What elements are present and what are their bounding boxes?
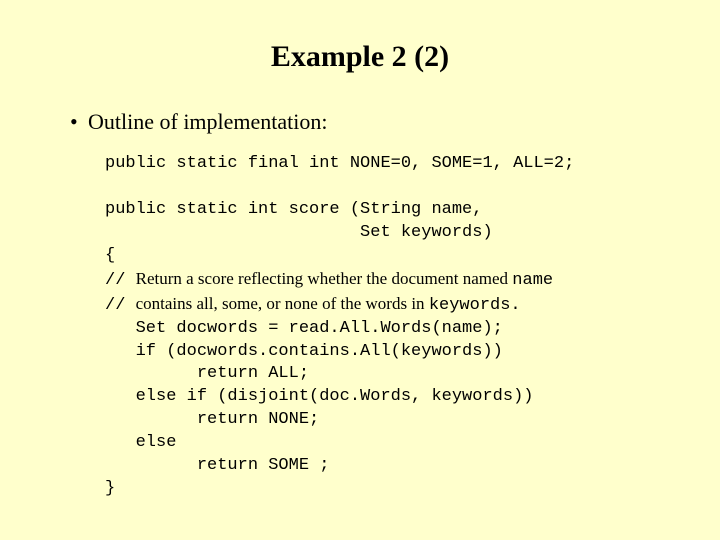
code-line: public static final int NONE=0, SOME=1, … [105, 154, 574, 173]
code-line: if (docwords.contains.All(keywords)) [105, 342, 503, 361]
code-line: { [105, 246, 115, 265]
code-line: else if (disjoint(doc.Words, keywords)) [105, 387, 533, 406]
code-line: return NONE; [105, 410, 319, 429]
bullet-text: Outline of implementation: [88, 109, 328, 134]
bullet-dot: • [70, 109, 88, 135]
code-line: public static int score (String name, [105, 200, 482, 219]
code-line: return ALL; [105, 364, 309, 383]
comment-line: // Return a score reflecting whether the… [105, 271, 553, 290]
code-line: Set keywords) [105, 223, 493, 242]
code-line: } [105, 479, 115, 498]
slide-title: Example 2 (2) [50, 40, 670, 74]
code-line: return SOME ; [105, 456, 329, 475]
bullet-item: •Outline of implementation: [70, 109, 670, 135]
code-line: Set docwords = read.All.Words(name); [105, 319, 503, 338]
comment-line: // contains all, some, or none of the wo… [105, 296, 521, 315]
code-block: public static final int NONE=0, SOME=1, … [105, 153, 670, 501]
code-line: else [105, 433, 176, 452]
slide: Example 2 (2) •Outline of implementation… [0, 0, 720, 521]
